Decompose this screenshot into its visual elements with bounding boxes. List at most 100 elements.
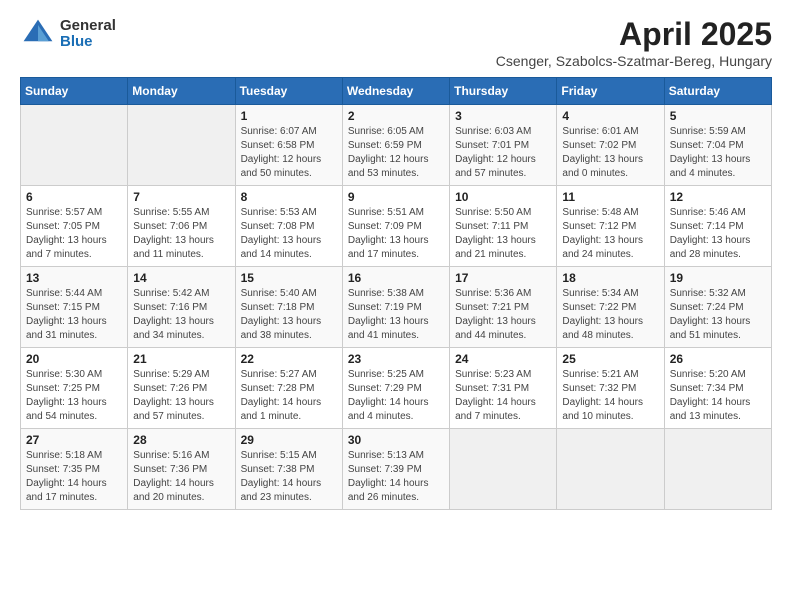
day-detail: Sunrise: 5:53 AMSunset: 7:08 PMDaylight:… <box>241 206 337 262</box>
weekday-header-saturday: Saturday <box>664 78 771 105</box>
day-detail: Sunrise: 5:40 AMSunset: 7:18 PMDaylight:… <box>241 287 337 343</box>
day-number: 6 <box>26 190 122 204</box>
day-number: 3 <box>455 109 551 123</box>
day-detail: Sunrise: 5:50 AMSunset: 7:11 PMDaylight:… <box>455 206 551 262</box>
calendar-cell: 1 Sunrise: 6:07 AMSunset: 6:58 PMDaylight… <box>235 105 342 186</box>
day-detail: Sunrise: 5:36 AMSunset: 7:21 PMDaylight:… <box>455 287 551 343</box>
day-number: 13 <box>26 271 122 285</box>
calendar-cell: 16 Sunrise: 5:38 AMSunset: 7:19 PMDayligh… <box>342 267 449 348</box>
calendar-cell: 22 Sunrise: 5:27 AMSunset: 7:28 PMDayligh… <box>235 348 342 429</box>
day-detail: Sunrise: 5:34 AMSunset: 7:22 PMDaylight:… <box>562 287 658 343</box>
day-number: 18 <box>562 271 658 285</box>
weekday-header-wednesday: Wednesday <box>342 78 449 105</box>
day-number: 2 <box>348 109 444 123</box>
calendar-cell: 13 Sunrise: 5:44 AMSunset: 7:15 PMDayligh… <box>21 267 128 348</box>
day-detail: Sunrise: 5:27 AMSunset: 7:28 PMDaylight:… <box>241 368 337 424</box>
day-number: 23 <box>348 352 444 366</box>
day-detail: Sunrise: 5:55 AMSunset: 7:06 PMDaylight:… <box>133 206 229 262</box>
day-number: 19 <box>670 271 766 285</box>
day-detail: Sunrise: 5:59 AMSunset: 7:04 PMDaylight:… <box>670 125 766 181</box>
weekday-header-friday: Friday <box>557 78 664 105</box>
calendar-cell: 10Sunrise: 5:50 AMSunset: 7:11 PMDayligh… <box>450 186 557 267</box>
calendar-cell: 9Sunrise: 5:51 AMSunset: 7:09 PMDaylight… <box>342 186 449 267</box>
day-detail: Sunrise: 5:20 AMSunset: 7:34 PMDaylight:… <box>670 368 766 424</box>
day-detail: Sunrise: 5:25 AMSunset: 7:29 PMDaylight:… <box>348 368 444 424</box>
day-number: 27 <box>26 433 122 447</box>
calendar-cell <box>557 429 664 510</box>
day-detail: Sunrise: 6:03 AMSunset: 7:01 PMDaylight:… <box>455 125 551 181</box>
location-subtitle: Csenger, Szabolcs-Szatmar-Bereg, Hungary <box>496 53 772 69</box>
calendar-cell: 24 Sunrise: 5:23 AMSunset: 7:31 PMDayligh… <box>450 348 557 429</box>
day-number: 29 <box>241 433 337 447</box>
day-number: 5 <box>670 109 766 123</box>
day-number: 7 <box>133 190 229 204</box>
calendar-cell: 3 Sunrise: 6:03 AMSunset: 7:01 PMDaylight… <box>450 105 557 186</box>
day-detail: Sunrise: 5:48 AMSunset: 7:12 PMDaylight:… <box>562 206 658 262</box>
logo: General Blue <box>20 16 116 52</box>
calendar-cell: 12 Sunrise: 5:46 AMSunset: 7:14 PMDayligh… <box>664 186 771 267</box>
calendar-cell: 19 Sunrise: 5:32 AMSunset: 7:24 PMDayligh… <box>664 267 771 348</box>
weekday-header-tuesday: Tuesday <box>235 78 342 105</box>
calendar-cell: 11 Sunrise: 5:48 AMSunset: 7:12 PMDayligh… <box>557 186 664 267</box>
calendar-cell: 14 Sunrise: 5:42 AMSunset: 7:16 PMDayligh… <box>128 267 235 348</box>
day-detail: Sunrise: 5:21 AMSunset: 7:32 PMDaylight:… <box>562 368 658 424</box>
calendar-cell: 28 Sunrise: 5:16 AMSunset: 7:36 PMDayligh… <box>128 429 235 510</box>
day-number: 17 <box>455 271 551 285</box>
day-detail: Sunrise: 5:46 AMSunset: 7:14 PMDaylight:… <box>670 206 766 262</box>
day-number: 1 <box>241 109 337 123</box>
calendar-cell <box>664 429 771 510</box>
day-detail: Sunrise: 5:23 AMSunset: 7:31 PMDaylight:… <box>455 368 551 424</box>
day-number: 28 <box>133 433 229 447</box>
calendar-cell: 4 Sunrise: 6:01 AMSunset: 7:02 PMDaylight… <box>557 105 664 186</box>
logo-blue-text: Blue <box>60 34 116 51</box>
calendar-cell: 20 Sunrise: 5:30 AMSunset: 7:25 PMDayligh… <box>21 348 128 429</box>
day-number: 16 <box>348 271 444 285</box>
day-number: 26 <box>670 352 766 366</box>
calendar-cell: 21Sunrise: 5:29 AMSunset: 7:26 PMDayligh… <box>128 348 235 429</box>
day-detail: Sunrise: 5:15 AMSunset: 7:38 PMDaylight:… <box>241 449 337 505</box>
logo-general-text: General <box>60 18 116 35</box>
calendar-cell: 5 Sunrise: 5:59 AMSunset: 7:04 PMDaylight… <box>664 105 771 186</box>
day-detail: Sunrise: 6:05 AMSunset: 6:59 PMDaylight:… <box>348 125 444 181</box>
calendar-table: SundayMondayTuesdayWednesdayThursdayFrid… <box>20 77 772 510</box>
day-detail: Sunrise: 5:44 AMSunset: 7:15 PMDaylight:… <box>26 287 122 343</box>
day-detail: Sunrise: 5:13 AMSunset: 7:39 PMDaylight:… <box>348 449 444 505</box>
day-detail: Sunrise: 6:07 AMSunset: 6:58 PMDaylight:… <box>241 125 337 181</box>
calendar-cell: 2 Sunrise: 6:05 AMSunset: 6:59 PMDaylight… <box>342 105 449 186</box>
day-detail: Sunrise: 5:30 AMSunset: 7:25 PMDaylight:… <box>26 368 122 424</box>
weekday-header-thursday: Thursday <box>450 78 557 105</box>
day-detail: Sunrise: 5:42 AMSunset: 7:16 PMDaylight:… <box>133 287 229 343</box>
day-number: 20 <box>26 352 122 366</box>
calendar-cell <box>128 105 235 186</box>
title-section: April 2025 Csenger, Szabolcs-Szatmar-Ber… <box>496 16 772 69</box>
day-detail: Sunrise: 5:51 AMSunset: 7:09 PMDaylight:… <box>348 206 444 262</box>
calendar-cell: 25 Sunrise: 5:21 AMSunset: 7:32 PMDayligh… <box>557 348 664 429</box>
calendar-cell: 6Sunrise: 5:57 AMSunset: 7:05 PMDaylight… <box>21 186 128 267</box>
calendar-cell <box>450 429 557 510</box>
day-number: 12 <box>670 190 766 204</box>
day-number: 8 <box>241 190 337 204</box>
calendar-cell: 26 Sunrise: 5:20 AMSunset: 7:34 PMDayligh… <box>664 348 771 429</box>
day-number: 30 <box>348 433 444 447</box>
day-detail: Sunrise: 5:38 AMSunset: 7:19 PMDaylight:… <box>348 287 444 343</box>
day-number: 14 <box>133 271 229 285</box>
calendar-cell: 27 Sunrise: 5:18 AMSunset: 7:35 PMDayligh… <box>21 429 128 510</box>
weekday-header-sunday: Sunday <box>21 78 128 105</box>
calendar-cell: 30 Sunrise: 5:13 AMSunset: 7:39 PMDayligh… <box>342 429 449 510</box>
day-detail: Sunrise: 6:01 AMSunset: 7:02 PMDaylight:… <box>562 125 658 181</box>
calendar-cell: 18 Sunrise: 5:34 AMSunset: 7:22 PMDayligh… <box>557 267 664 348</box>
day-number: 4 <box>562 109 658 123</box>
calendar-cell: 8 Sunrise: 5:53 AMSunset: 7:08 PMDaylight… <box>235 186 342 267</box>
day-detail: Sunrise: 5:18 AMSunset: 7:35 PMDaylight:… <box>26 449 122 505</box>
day-number: 25 <box>562 352 658 366</box>
day-number: 24 <box>455 352 551 366</box>
logo-icon <box>20 16 56 52</box>
day-detail: Sunrise: 5:32 AMSunset: 7:24 PMDaylight:… <box>670 287 766 343</box>
day-number: 22 <box>241 352 337 366</box>
calendar-cell: 23 Sunrise: 5:25 AMSunset: 7:29 PMDayligh… <box>342 348 449 429</box>
day-detail: Sunrise: 5:16 AMSunset: 7:36 PMDaylight:… <box>133 449 229 505</box>
month-year-title: April 2025 <box>496 16 772 53</box>
day-number: 11 <box>562 190 658 204</box>
calendar-cell: 29 Sunrise: 5:15 AMSunset: 7:38 PMDayligh… <box>235 429 342 510</box>
weekday-header-monday: Monday <box>128 78 235 105</box>
